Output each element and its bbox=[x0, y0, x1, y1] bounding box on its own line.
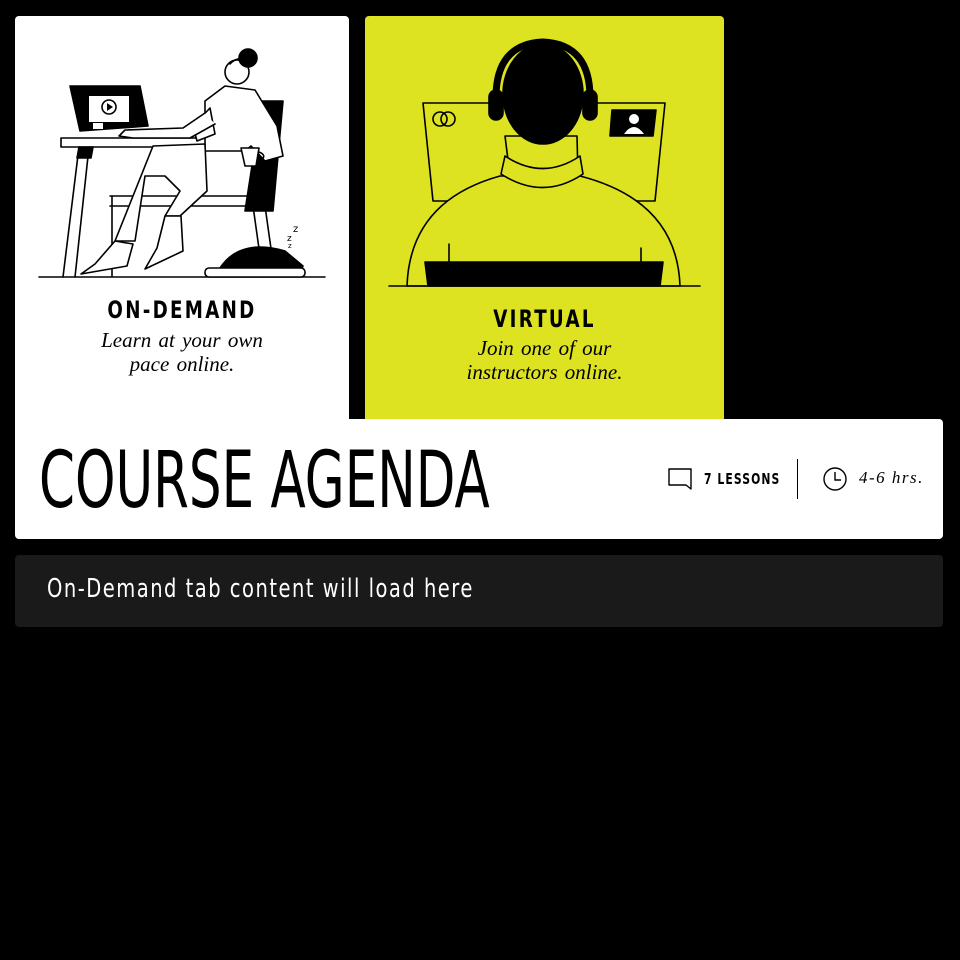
person-with-headset-illustration bbox=[388, 38, 701, 287]
lessons-count: 7 LESSONS bbox=[704, 470, 781, 488]
svg-text:z: z bbox=[288, 242, 292, 250]
course-duration: 4-6 hrs. bbox=[859, 468, 924, 487]
tab-on-demand-title: ON-DEMAND bbox=[107, 296, 257, 324]
tab-virtual-description-line1: Join one of our bbox=[477, 336, 612, 360]
tab-virtual-title: VIRTUAL bbox=[493, 305, 596, 333]
svg-text:z: z bbox=[293, 224, 298, 235]
clock-icon bbox=[823, 467, 847, 491]
tab-virtual[interactable]: VIRTUAL Join one of our instructors onli… bbox=[365, 16, 724, 419]
tab-virtual-description: Join one of our instructors online. bbox=[365, 336, 724, 384]
tab-content-placeholder: On-Demand tab content will load here bbox=[47, 574, 474, 604]
course-agenda-header: COURSE AGENDA 7 LESSONS 4-6 hrs. bbox=[15, 419, 943, 539]
page-title: COURSE AGENDA bbox=[39, 436, 490, 526]
tab-content-panel: On-Demand tab content will load here bbox=[15, 555, 943, 627]
person-at-laptop-illustration: z z z bbox=[38, 48, 326, 278]
tab-on-demand[interactable]: z z z ON-DEMAND Learn at your own pace o… bbox=[15, 16, 349, 420]
chat-bubble-icon bbox=[668, 468, 692, 490]
meta-divider bbox=[797, 459, 798, 499]
tab-on-demand-description: Learn at your own pace online. bbox=[15, 328, 349, 376]
tab-virtual-description-line2: instructors online. bbox=[466, 360, 623, 384]
tab-on-demand-description-line1: Learn at your own bbox=[101, 328, 263, 352]
tab-on-demand-description-line2: pace online. bbox=[129, 352, 235, 376]
